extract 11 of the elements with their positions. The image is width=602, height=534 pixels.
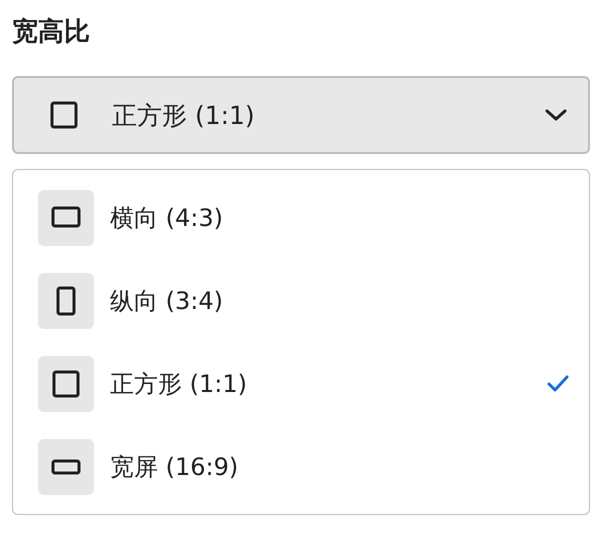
menu-item[interactable]: 横向 (4:3) <box>13 176 589 259</box>
aspect-ratio-dropdown[interactable]: 正方形 (1:1) <box>12 76 590 154</box>
section-title: 宽高比 <box>12 16 91 49</box>
menu-item[interactable]: 宽屏 (16:9) <box>13 425 589 508</box>
shape-icon <box>38 438 94 494</box>
shape-icon <box>38 356 94 412</box>
menu-item[interactable]: 正方形 (1:1) <box>13 342 589 425</box>
square-icon <box>48 99 80 131</box>
shape-icon <box>38 272 94 328</box>
shape-icon <box>38 190 94 246</box>
menu-item[interactable]: 纵向 (3:4) <box>13 259 589 342</box>
